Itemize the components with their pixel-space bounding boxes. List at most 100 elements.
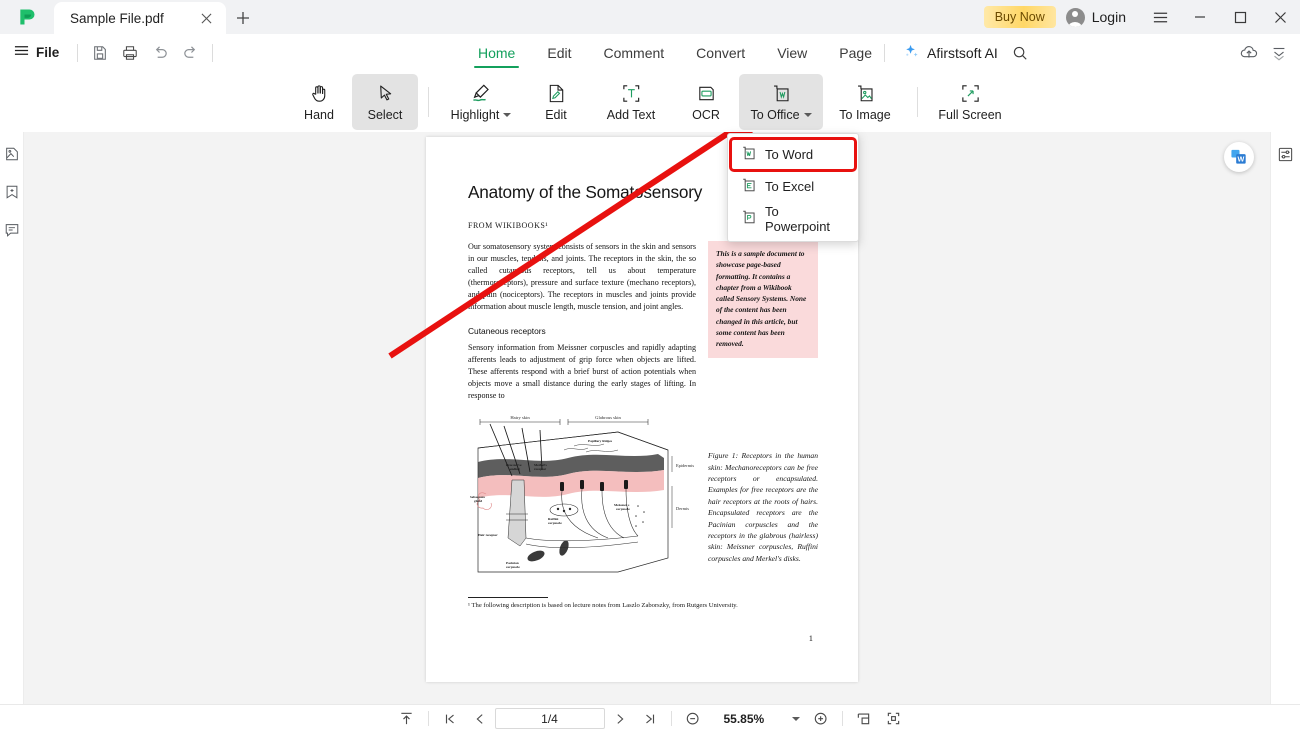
sparkle-icon bbox=[903, 43, 920, 63]
window-controls-group: Buy Now Login bbox=[983, 0, 1300, 34]
scroll-to-top-icon[interactable] bbox=[392, 707, 422, 731]
tab-view-label: View bbox=[777, 45, 808, 61]
tab-label: Sample File.pdf bbox=[70, 10, 164, 26]
tool-to-image[interactable]: To Image bbox=[823, 74, 907, 130]
print-icon[interactable] bbox=[115, 40, 145, 66]
zoom-in-icon[interactable] bbox=[806, 707, 836, 731]
svg-text:Glabrous skin: Glabrous skin bbox=[595, 415, 621, 420]
close-icon[interactable] bbox=[196, 8, 216, 28]
zoom-level-select[interactable]: 55.85% bbox=[708, 708, 806, 729]
bookmark-add-icon[interactable] bbox=[2, 182, 22, 202]
first-page-icon[interactable] bbox=[435, 707, 465, 731]
fit-width-icon[interactable] bbox=[849, 707, 879, 731]
chevron-down-icon[interactable] bbox=[503, 113, 512, 117]
buy-now-label: Buy Now bbox=[994, 10, 1045, 24]
save-icon[interactable] bbox=[85, 40, 115, 66]
left-column: Our somatosensory system consists of sen… bbox=[468, 241, 696, 587]
search-icon[interactable] bbox=[1004, 38, 1036, 68]
avatar bbox=[1065, 7, 1085, 27]
comment-panel-icon[interactable] bbox=[2, 220, 22, 240]
zoom-level-value: 55.85% bbox=[723, 711, 765, 726]
tool-to-office-text: To Office bbox=[750, 108, 800, 122]
svg-text:gland: gland bbox=[474, 499, 482, 503]
tool-edit[interactable]: Edit bbox=[523, 74, 589, 130]
tab-comment[interactable]: Comment bbox=[587, 34, 680, 72]
title-bar: Sample File.pdf Buy Now Login bbox=[0, 0, 1300, 34]
tab-view[interactable]: View bbox=[761, 34, 823, 72]
tab-edit[interactable]: Edit bbox=[531, 34, 587, 72]
tool-select[interactable]: Select bbox=[352, 74, 418, 130]
hamburger-icon bbox=[14, 43, 29, 63]
cloud-upload-icon[interactable] bbox=[1234, 40, 1264, 66]
menu-item-to-word[interactable]: To Word bbox=[729, 137, 857, 172]
chevron-down-icon[interactable] bbox=[803, 113, 812, 117]
tool-edit-label: Edit bbox=[545, 108, 567, 122]
document-columns: Our somatosensory system consists of sen… bbox=[468, 241, 818, 587]
tool-highlight[interactable]: Highlight bbox=[439, 74, 523, 130]
menu-bar: File Home Edit Comment Convert View Page… bbox=[0, 34, 1300, 72]
afirstsoft-ai-button[interactable]: Afirstsoft AI bbox=[897, 43, 1004, 63]
tool-ocr[interactable]: OCR bbox=[673, 74, 739, 130]
full-screen-icon bbox=[960, 82, 981, 104]
afirstsoft-logo-icon bbox=[0, 0, 54, 34]
tab-comment-label: Comment bbox=[603, 45, 665, 61]
tool-to-office[interactable]: To Office bbox=[739, 74, 823, 130]
excel-file-icon bbox=[741, 177, 757, 196]
menu-item-to-powerpoint[interactable]: To Powerpoint bbox=[731, 203, 855, 234]
previous-page-icon[interactable] bbox=[465, 707, 495, 731]
svg-text:Papillary Ridges: Papillary Ridges bbox=[588, 439, 613, 443]
redo-icon[interactable] bbox=[175, 40, 205, 66]
tool-hand-label: Hand bbox=[304, 108, 334, 122]
svg-text:Dermis: Dermis bbox=[676, 506, 689, 511]
fit-page-icon[interactable] bbox=[879, 707, 909, 731]
tool-add-text-label: Add Text bbox=[606, 108, 656, 122]
to-office-dropdown-menu[interactable]: To Word To Excel To Powerpoint bbox=[727, 133, 859, 242]
powerpoint-file-icon bbox=[741, 209, 757, 228]
divider bbox=[428, 87, 429, 117]
menu-item-to-excel[interactable]: To Excel bbox=[731, 171, 855, 202]
word-convert-badge-icon[interactable]: W bbox=[1224, 142, 1254, 172]
file-menu-button[interactable]: File bbox=[0, 40, 70, 66]
document-tab[interactable]: Sample File.pdf bbox=[54, 2, 226, 34]
chevron-down-icon[interactable] bbox=[791, 716, 800, 721]
last-page-icon[interactable] bbox=[635, 707, 665, 731]
tool-full-screen[interactable]: Full Screen bbox=[928, 74, 1012, 130]
plus-icon[interactable] bbox=[226, 2, 260, 34]
collapse-ribbon-icon[interactable] bbox=[1264, 40, 1294, 66]
login-label: Login bbox=[1091, 9, 1126, 25]
edit-document-icon bbox=[546, 82, 567, 104]
properties-panel-icon[interactable] bbox=[1276, 144, 1296, 164]
to-image-icon bbox=[855, 82, 876, 104]
divider bbox=[670, 711, 672, 726]
tool-add-text[interactable]: Add Text bbox=[589, 74, 673, 130]
thumbnail-panel-icon[interactable] bbox=[2, 144, 22, 164]
maximize-icon[interactable] bbox=[1220, 0, 1260, 34]
minimize-icon[interactable] bbox=[1180, 0, 1220, 34]
tool-highlight-label: Highlight bbox=[451, 108, 512, 122]
page-number-value: 1/4 bbox=[541, 711, 558, 726]
menubar-right-group bbox=[1234, 34, 1294, 72]
zoom-out-icon[interactable] bbox=[678, 707, 708, 731]
page-number-input[interactable]: 1/4 bbox=[494, 708, 605, 729]
buy-now-button[interactable]: Buy Now bbox=[983, 6, 1056, 28]
svg-text:Hair receptor: Hair receptor bbox=[478, 533, 498, 537]
divider bbox=[884, 44, 885, 62]
tool-highlight-text: Highlight bbox=[450, 108, 500, 122]
next-page-icon[interactable] bbox=[605, 707, 635, 731]
left-sidebar bbox=[0, 132, 24, 704]
tab-home[interactable]: Home bbox=[462, 34, 531, 72]
login-button[interactable]: Login bbox=[1065, 7, 1126, 27]
tool-hand[interactable]: Hand bbox=[286, 74, 352, 130]
tab-page[interactable]: Page bbox=[823, 34, 888, 72]
undo-icon[interactable] bbox=[145, 40, 175, 66]
svg-text:corpuscle: corpuscle bbox=[616, 507, 630, 511]
tool-full-screen-label: Full Screen bbox=[938, 108, 1002, 122]
right-column: This is a sample document to showcase pa… bbox=[708, 241, 818, 587]
pdf-viewer[interactable]: Anatomy of the Somatosensory FROM WIKIBO… bbox=[24, 132, 1270, 704]
hamburger-menu-icon[interactable] bbox=[1140, 0, 1180, 34]
menu-item-to-excel-label: To Excel bbox=[765, 179, 815, 194]
window-close-icon[interactable] bbox=[1260, 0, 1300, 34]
tab-convert[interactable]: Convert bbox=[680, 34, 761, 72]
tab-convert-label: Convert bbox=[696, 45, 746, 61]
footnote-divider bbox=[468, 596, 548, 598]
